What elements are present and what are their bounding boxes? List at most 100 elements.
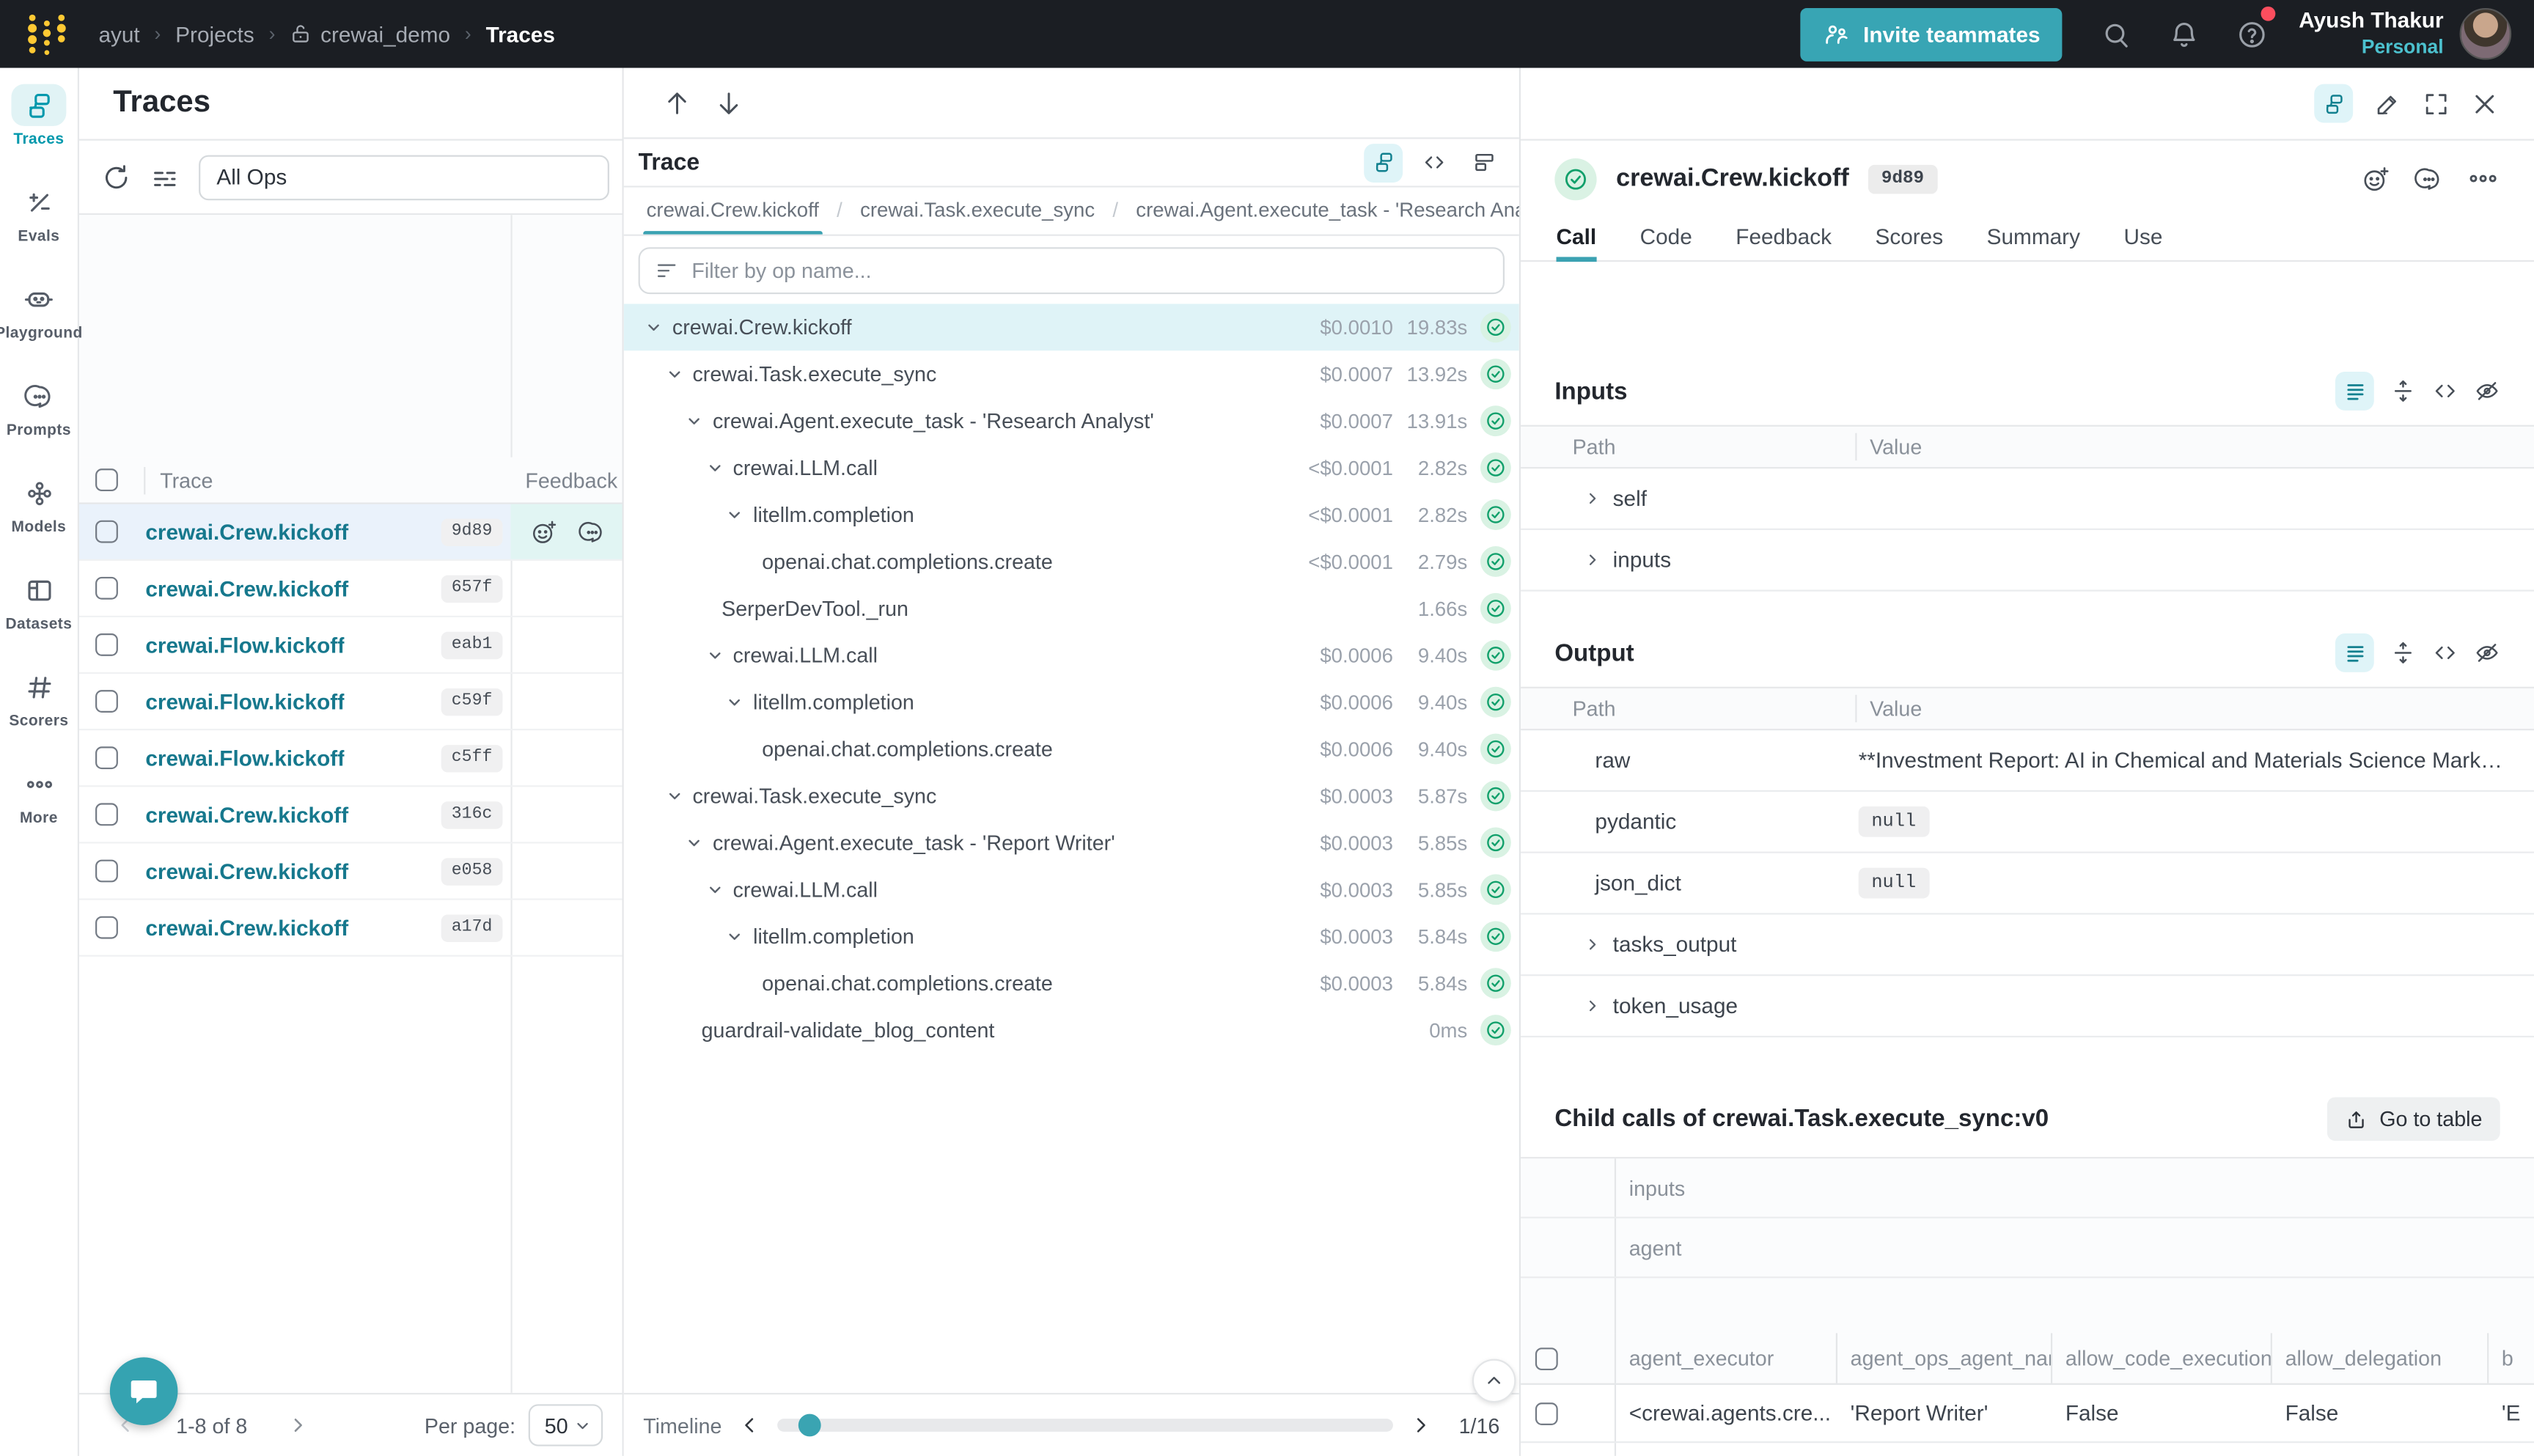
trace-row[interactable]: crewai.Flow.kickoffeab1 <box>79 617 623 674</box>
tab-use[interactable]: Use <box>2123 216 2162 261</box>
select-all-checkbox[interactable] <box>95 468 118 491</box>
chevron-down-icon[interactable] <box>686 412 703 430</box>
trace-name[interactable]: crewai.Crew.kickoff <box>145 576 348 600</box>
tree-row[interactable]: crewai.Crew.kickoff$0.001019.83s <box>624 304 1519 350</box>
sidebar-item-datasets[interactable]: Datasets <box>0 553 78 650</box>
column-header[interactable]: agent_executor <box>1616 1333 1837 1383</box>
chevron-down-icon[interactable] <box>705 459 723 477</box>
sidebar-item-playground[interactable]: Playground <box>0 262 78 359</box>
trace-row[interactable]: crewai.Crew.kickoff657f <box>79 561 623 617</box>
tree-row[interactable]: crewai.Agent.execute_task - 'Report Writ… <box>624 819 1519 866</box>
breadcrumb-project[interactable]: crewai_demo <box>290 22 450 46</box>
hide-values-eye-icon[interactable] <box>2474 640 2500 666</box>
tree-row[interactable]: crewai.Task.execute_sync$0.00035.87s <box>624 773 1519 820</box>
tree-row[interactable]: crewai.LLM.call$0.00069.40s <box>624 632 1519 679</box>
trace-row[interactable]: crewai.Flow.kickoffc5ff <box>79 730 623 787</box>
list-view-icon[interactable] <box>2335 372 2374 411</box>
tab-code[interactable]: Code <box>1640 216 1692 261</box>
tree-row[interactable]: crewai.LLM.call$0.00035.85s <box>624 866 1519 913</box>
help-icon[interactable] <box>2218 0 2286 68</box>
kv-row[interactable]: pydanticnull <box>1521 792 2534 853</box>
child-call-row[interactable]: <crewai.agents.cre...'Research Analyst'F… <box>1521 1443 2534 1456</box>
tree-row[interactable]: guardrail-validate_blog_content0ms <box>624 1007 1519 1054</box>
tree-row[interactable]: SerperDevTool._run1.66s <box>624 585 1519 632</box>
notifications-bell-icon[interactable] <box>2150 0 2218 68</box>
sidebar-item-scorers[interactable]: Scorers <box>0 650 78 746</box>
timeline-slider-knob[interactable] <box>798 1414 821 1437</box>
chevron-down-icon[interactable] <box>644 318 662 336</box>
hide-values-eye-icon[interactable] <box>2474 378 2500 404</box>
chevron-down-icon[interactable] <box>726 506 743 523</box>
list-view-icon[interactable] <box>2335 633 2374 672</box>
select-all-checkbox[interactable] <box>1535 1347 1558 1369</box>
chevron-right-icon[interactable] <box>1584 935 1601 953</box>
filter-columns-icon[interactable] <box>150 163 180 192</box>
comment-icon[interactable] <box>579 518 606 545</box>
sidebar-item-models[interactable]: Models <box>0 456 78 553</box>
close-icon[interactable] <box>2471 89 2498 117</box>
kv-row[interactable]: self <box>1521 468 2534 530</box>
expand-rows-icon[interactable] <box>2390 378 2416 404</box>
user-menu[interactable]: Ayush Thakur Personal <box>2299 8 2443 59</box>
row-checkbox[interactable] <box>95 577 118 600</box>
row-checkbox[interactable] <box>95 690 118 713</box>
chevron-right-icon[interactable] <box>1584 490 1601 507</box>
code-view-icon[interactable] <box>2432 640 2458 666</box>
trace-name[interactable]: crewai.Crew.kickoff <box>145 858 348 883</box>
code-view-icon[interactable] <box>1414 143 1453 182</box>
comment-icon[interactable] <box>2414 164 2444 194</box>
chevron-down-icon[interactable] <box>705 880 723 898</box>
expand-rows-icon[interactable] <box>2390 640 2416 666</box>
timeline-slider[interactable] <box>776 1419 1393 1432</box>
kv-row[interactable]: inputs <box>1521 530 2534 592</box>
trace-row[interactable]: crewai.Crew.kickoffe058 <box>79 844 623 900</box>
next-sibling-arrow-down-icon[interactable] <box>714 88 743 117</box>
tree-row[interactable]: litellm.completion<$0.00012.82s <box>624 491 1519 538</box>
sidebar-item-traces[interactable]: Traces <box>0 68 78 165</box>
avatar[interactable] <box>2460 8 2512 60</box>
call-crumb[interactable]: crewai.Task.execute_sync <box>857 188 1098 236</box>
invite-teammates-button[interactable]: Invite teammates <box>1800 7 2063 61</box>
tree-row[interactable]: openai.chat.completions.create<$0.00012.… <box>624 538 1519 585</box>
tab-summary[interactable]: Summary <box>1987 216 2080 261</box>
trace-name[interactable]: crewai.Flow.kickoff <box>145 746 345 770</box>
tab-feedback[interactable]: Feedback <box>1736 216 1832 261</box>
chevron-down-icon[interactable] <box>726 694 743 711</box>
timeline-next-icon[interactable] <box>1409 1414 1432 1437</box>
chevron-down-icon[interactable] <box>665 787 683 804</box>
chevron-down-icon[interactable] <box>705 647 723 664</box>
chevron-right-icon[interactable] <box>1584 997 1601 1015</box>
trace-name[interactable]: crewai.Flow.kickoff <box>145 689 345 713</box>
trace-name[interactable]: crewai.Crew.kickoff <box>145 520 348 544</box>
chevron-down-icon[interactable] <box>726 927 743 945</box>
tree-row[interactable]: crewai.Agent.execute_task - 'Research An… <box>624 397 1519 444</box>
chevron-down-icon[interactable] <box>665 365 683 383</box>
trace-row[interactable]: crewai.Crew.kickoff9d89 <box>79 504 623 561</box>
fullscreen-icon[interactable] <box>2423 89 2450 117</box>
go-to-table-button[interactable]: Go to table <box>2328 1097 2500 1141</box>
refresh-icon[interactable] <box>102 163 131 192</box>
column-header[interactable]: b <box>2489 1333 2534 1383</box>
column-header[interactable]: allow_code_execution <box>2052 1333 2272 1383</box>
trace-name[interactable]: crewai.Crew.kickoff <box>145 916 348 940</box>
row-checkbox[interactable] <box>95 746 118 769</box>
row-checkbox[interactable] <box>95 803 118 826</box>
prev-sibling-arrow-up-icon[interactable] <box>663 88 692 117</box>
tree-row[interactable]: litellm.completion$0.00069.40s <box>624 679 1519 726</box>
child-call-row[interactable]: <crewai.agents.cre...'Report Writer'Fals… <box>1521 1385 2534 1443</box>
call-crumb[interactable]: crewai.Crew.kickoff <box>643 188 822 236</box>
wandb-logo-icon[interactable] <box>26 10 70 58</box>
code-view-icon[interactable] <box>2432 378 2458 404</box>
tree-row[interactable]: crewai.Task.execute_sync$0.000713.92s <box>624 350 1519 397</box>
trace-name[interactable]: crewai.Crew.kickoff <box>145 802 348 826</box>
row-checkbox[interactable] <box>95 860 118 883</box>
tab-scores[interactable]: Scores <box>1875 216 1943 261</box>
tree-row[interactable]: openai.chat.completions.create$0.00035.8… <box>624 960 1519 1007</box>
search-icon[interactable] <box>2082 0 2151 68</box>
trace-column-header[interactable]: Trace <box>144 466 213 493</box>
chat-widget-button[interactable] <box>110 1357 178 1425</box>
collapse-timeline-button[interactable] <box>1472 1359 1516 1403</box>
row-checkbox[interactable] <box>95 521 118 543</box>
breadcrumb-page[interactable]: Traces <box>486 22 555 46</box>
call-id-badge[interactable]: 9d89 <box>1868 164 1936 194</box>
